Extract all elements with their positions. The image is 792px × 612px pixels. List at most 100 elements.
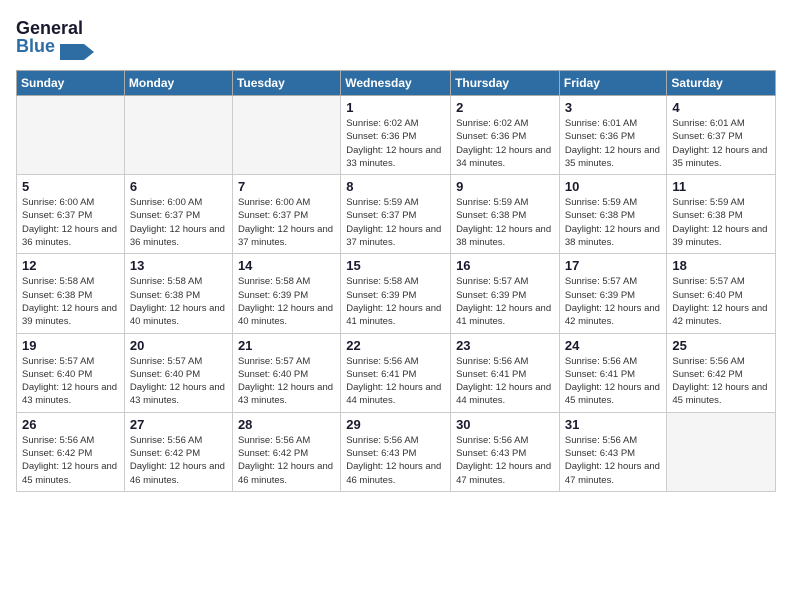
header-day-saturday: Saturday [667,71,776,96]
day-number: 22 [346,338,445,353]
day-info: Sunrise: 6:01 AM Sunset: 6:36 PM Dayligh… [565,117,662,170]
calendar-cell: 16 Sunrise: 5:57 AM Sunset: 6:39 PM Dayli… [451,254,560,333]
day-number: 13 [130,258,227,273]
day-info: Sunrise: 5:59 AM Sunset: 6:37 PM Dayligh… [346,196,445,249]
day-number: 25 [672,338,770,353]
calendar-cell: 18 Sunrise: 5:57 AM Sunset: 6:40 PM Dayli… [667,254,776,333]
day-number: 31 [565,417,662,432]
day-number: 15 [346,258,445,273]
day-info: Sunrise: 5:56 AM Sunset: 6:43 PM Dayligh… [456,434,554,487]
day-number: 18 [672,258,770,273]
day-info: Sunrise: 5:56 AM Sunset: 6:42 PM Dayligh… [238,434,335,487]
day-info: Sunrise: 5:57 AM Sunset: 6:40 PM Dayligh… [22,355,119,408]
day-info: Sunrise: 5:56 AM Sunset: 6:41 PM Dayligh… [565,355,662,408]
day-info: Sunrise: 6:00 AM Sunset: 6:37 PM Dayligh… [130,196,227,249]
day-number: 8 [346,179,445,194]
calendar-table: SundayMondayTuesdayWednesdayThursdayFrid… [16,70,776,492]
calendar-cell: 4 Sunrise: 6:01 AM Sunset: 6:37 PM Daylig… [667,96,776,175]
calendar-week-row: 1 Sunrise: 6:02 AM Sunset: 6:36 PM Daylig… [17,96,776,175]
page-header: GeneralBlue [16,16,776,60]
day-number: 27 [130,417,227,432]
day-info: Sunrise: 5:57 AM Sunset: 6:39 PM Dayligh… [565,275,662,328]
day-number: 29 [346,417,445,432]
day-info: Sunrise: 5:56 AM Sunset: 6:43 PM Dayligh… [346,434,445,487]
day-info: Sunrise: 5:56 AM Sunset: 6:41 PM Dayligh… [346,355,445,408]
day-info: Sunrise: 5:59 AM Sunset: 6:38 PM Dayligh… [565,196,662,249]
calendar-cell: 15Sunrise: 5:58 AM Sunset: 6:39 PM Dayli… [341,254,451,333]
day-number: 16 [456,258,554,273]
day-info: Sunrise: 5:57 AM Sunset: 6:39 PM Dayligh… [456,275,554,328]
day-info: Sunrise: 6:02 AM Sunset: 6:36 PM Dayligh… [456,117,554,170]
day-number: 24 [565,338,662,353]
day-number: 7 [238,179,335,194]
calendar-week-row: 26 Sunrise: 5:56 AM Sunset: 6:42 PM Dayli… [17,412,776,491]
calendar-cell: 24 Sunrise: 5:56 AM Sunset: 6:41 PM Dayli… [559,333,667,412]
calendar-cell: 29 Sunrise: 5:56 AM Sunset: 6:43 PM Dayli… [341,412,451,491]
header-day-friday: Friday [559,71,667,96]
day-number: 12 [22,258,119,273]
day-number: 2 [456,100,554,115]
calendar-cell: 27Sunrise: 5:56 AM Sunset: 6:42 PM Dayli… [124,412,232,491]
calendar-cell: 3 Sunrise: 6:01 AM Sunset: 6:36 PM Daylig… [559,96,667,175]
day-number: 26 [22,417,119,432]
day-number: 20 [130,338,227,353]
day-number: 6 [130,179,227,194]
calendar-cell: 10 Sunrise: 5:59 AM Sunset: 6:38 PM Dayli… [559,175,667,254]
day-info: Sunrise: 5:58 AM Sunset: 6:38 PM Dayligh… [22,275,119,328]
calendar-cell: 17Sunrise: 5:57 AM Sunset: 6:39 PM Dayli… [559,254,667,333]
day-number: 11 [672,179,770,194]
calendar-cell: 22 Sunrise: 5:56 AM Sunset: 6:41 PM Dayli… [341,333,451,412]
day-number: 10 [565,179,662,194]
day-number: 9 [456,179,554,194]
day-number: 28 [238,417,335,432]
calendar-cell: 12 Sunrise: 5:58 AM Sunset: 6:38 PM Dayli… [17,254,125,333]
calendar-cell: 1Sunrise: 6:02 AM Sunset: 6:36 PM Daylig… [341,96,451,175]
header-day-sunday: Sunday [17,71,125,96]
day-number: 1 [346,100,445,115]
day-number: 3 [565,100,662,115]
calendar-cell: 20 Sunrise: 5:57 AM Sunset: 6:40 PM Dayli… [124,333,232,412]
day-number: 5 [22,179,119,194]
header-day-thursday: Thursday [451,71,560,96]
day-info: Sunrise: 5:59 AM Sunset: 6:38 PM Dayligh… [456,196,554,249]
day-number: 14 [238,258,335,273]
day-number: 4 [672,100,770,115]
day-info: Sunrise: 5:56 AM Sunset: 6:42 PM Dayligh… [22,434,119,487]
day-info: Sunrise: 6:00 AM Sunset: 6:37 PM Dayligh… [238,196,335,249]
day-info: Sunrise: 5:58 AM Sunset: 6:38 PM Dayligh… [130,275,227,328]
calendar-cell: 11 Sunrise: 5:59 AM Sunset: 6:38 PM Dayli… [667,175,776,254]
calendar-cell: 2 Sunrise: 6:02 AM Sunset: 6:36 PM Daylig… [451,96,560,175]
svg-text:Blue: Blue [16,36,55,56]
header-day-tuesday: Tuesday [232,71,340,96]
day-info: Sunrise: 5:56 AM Sunset: 6:41 PM Dayligh… [456,355,554,408]
calendar-cell: 9 Sunrise: 5:59 AM Sunset: 6:38 PM Daylig… [451,175,560,254]
day-number: 19 [22,338,119,353]
calendar-week-row: 19 Sunrise: 5:57 AM Sunset: 6:40 PM Dayli… [17,333,776,412]
calendar-cell: 14 Sunrise: 5:58 AM Sunset: 6:39 PM Dayli… [232,254,340,333]
day-number: 21 [238,338,335,353]
calendar-cell: 6 Sunrise: 6:00 AM Sunset: 6:37 PM Daylig… [124,175,232,254]
calendar-cell: 21 Sunrise: 5:57 AM Sunset: 6:40 PM Dayli… [232,333,340,412]
day-number: 30 [456,417,554,432]
logo: GeneralBlue [16,16,96,60]
calendar-cell: 8 Sunrise: 5:59 AM Sunset: 6:37 PM Daylig… [341,175,451,254]
svg-text:General: General [16,18,83,38]
calendar-cell: 25Sunrise: 5:56 AM Sunset: 6:42 PM Dayli… [667,333,776,412]
day-info: Sunrise: 5:57 AM Sunset: 6:40 PM Dayligh… [672,275,770,328]
day-info: Sunrise: 6:01 AM Sunset: 6:37 PM Dayligh… [672,117,770,170]
calendar-cell: 30 Sunrise: 5:56 AM Sunset: 6:43 PM Dayli… [451,412,560,491]
calendar-week-row: 12 Sunrise: 5:58 AM Sunset: 6:38 PM Dayli… [17,254,776,333]
day-info: Sunrise: 5:59 AM Sunset: 6:38 PM Dayligh… [672,196,770,249]
day-info: Sunrise: 5:57 AM Sunset: 6:40 PM Dayligh… [130,355,227,408]
day-info: Sunrise: 5:56 AM Sunset: 6:43 PM Dayligh… [565,434,662,487]
header-day-wednesday: Wednesday [341,71,451,96]
day-info: Sunrise: 5:57 AM Sunset: 6:40 PM Dayligh… [238,355,335,408]
day-number: 23 [456,338,554,353]
calendar-cell: 31 Sunrise: 5:56 AM Sunset: 6:43 PM Dayli… [559,412,667,491]
calendar-cell [232,96,340,175]
calendar-cell [17,96,125,175]
day-info: Sunrise: 6:00 AM Sunset: 6:37 PM Dayligh… [22,196,119,249]
calendar-header-row: SundayMondayTuesdayWednesdayThursdayFrid… [17,71,776,96]
day-info: Sunrise: 5:58 AM Sunset: 6:39 PM Dayligh… [238,275,335,328]
calendar-cell: 13 Sunrise: 5:58 AM Sunset: 6:38 PM Dayli… [124,254,232,333]
